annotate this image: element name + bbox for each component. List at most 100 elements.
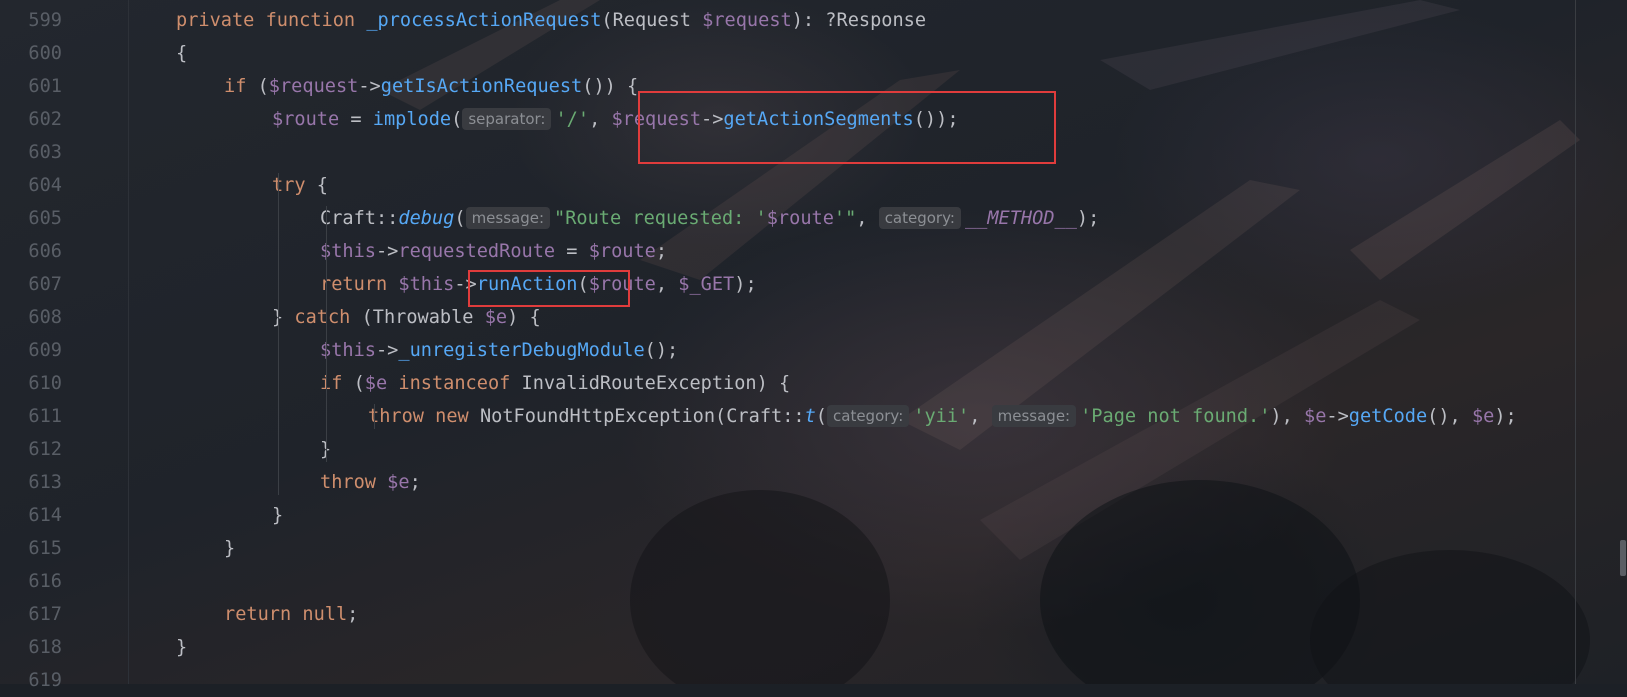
code-token: return [224,604,303,625]
code-token: _unregisterDebugModule [398,340,645,361]
code-token: ; [655,241,668,262]
line-number[interactable]: 610 [0,367,62,400]
code-text[interactable]: $this->requestedRoute = $route; [320,235,667,268]
code-text[interactable]: } [176,631,187,664]
code-text[interactable]: } [224,532,235,565]
line-number[interactable]: 617 [0,598,62,631]
line-number[interactable]: 607 [0,268,62,301]
code-line-617[interactable]: 617 return null; [0,598,1575,631]
code-token: { [176,43,188,64]
line-number[interactable]: 613 [0,466,62,499]
code-line-618[interactable]: 618} [0,631,1575,664]
code-text[interactable]: { [176,37,187,70]
line-number[interactable]: 606 [0,235,62,268]
code-token: = [339,109,373,130]
code-token: ( [451,109,463,130]
code-line-606[interactable]: 606 $this->requestedRoute = $route; [0,235,1575,268]
code-token: (Throwable [361,307,485,328]
line-number[interactable]: 609 [0,334,62,367]
code-text[interactable]: $this->_unregisterDebugModule(); [320,334,678,367]
code-line-619[interactable]: 619 [0,664,1575,697]
code-token: '/' [555,109,590,130]
line-number[interactable]: 602 [0,103,62,136]
line-number[interactable]: 619 [0,664,62,697]
code-token: throw [368,406,436,427]
line-number[interactable]: 618 [0,631,62,664]
line-number[interactable]: 603 [0,136,62,169]
code-text[interactable]: return null; [224,598,358,631]
code-line-609[interactable]: 609 $this->_unregisterDebugModule(); [0,334,1575,367]
line-number[interactable]: 601 [0,70,62,103]
code-text[interactable]: Craft::debug(message: "Route requested: '… [320,202,1099,235]
code-line-610[interactable]: 610 if ($e instanceof InvalidRouteExcepti… [0,367,1575,400]
code-token: throw [320,472,388,493]
code-token: if [224,76,258,97]
line-number[interactable]: 616 [0,565,62,598]
code-token: getCode [1348,406,1428,427]
line-number[interactable]: 608 [0,301,62,334]
code-token: , [589,109,612,130]
code-line-613[interactable]: 613 throw $e; [0,466,1575,499]
highlight-box-getActionSegments [638,91,1056,164]
line-number[interactable]: 615 [0,532,62,565]
code-line-599[interactable]: 599 private function _processActionReques… [0,4,1575,37]
line-number[interactable]: 600 [0,37,62,70]
code-line-615[interactable]: 615} [0,532,1575,565]
code-token: = [555,241,589,262]
code-token: ); [1494,406,1517,427]
code-token: , [655,274,679,295]
code-text[interactable]: if ($request->getIsActionRequest()) { [224,70,638,103]
code-text[interactable]: try { [272,169,328,202]
code-token: $route [766,208,834,229]
code-text[interactable]: private function _processActionRequest(R… [176,4,926,37]
code-token: -> [358,76,381,97]
line-number[interactable]: 611 [0,400,62,433]
code-token: $e [484,307,508,328]
code-token: Craft:: [320,208,399,229]
line-number[interactable]: 605 [0,202,62,235]
code-line-612[interactable]: 612} [0,433,1575,466]
code-text[interactable]: throw $e; [320,466,421,499]
code-token: "Route requested: ' [554,208,767,229]
code-token: } [176,637,188,658]
code-text[interactable]: } [272,499,283,532]
code-token: catch [294,307,362,328]
code-token: 'yii' [913,406,970,427]
code-line-604[interactable]: 604 try { [0,169,1575,202]
code-line-611[interactable]: 611 throw new NotFoundHttpException(Craft… [0,400,1575,433]
code-token: debug [398,208,455,229]
code-line-616[interactable]: 616 [0,565,1575,598]
code-line-600[interactable]: 600 { [0,37,1575,70]
code-line-614[interactable]: 614} [0,499,1575,532]
scrollbar-marker[interactable] [1620,540,1626,576]
code-line-608[interactable]: 608} catch (Throwable $e) { [0,301,1575,334]
code-token: InvalidRouteException) { [521,373,791,394]
code-token: $this [398,274,455,295]
line-number[interactable]: 614 [0,499,62,532]
code-token: ); [1076,208,1100,229]
parameter-hint: separator: [462,108,552,130]
code-token: (); [644,340,679,361]
code-token: $route [588,241,656,262]
code-token: getIsActionRequest [380,76,583,97]
code-token: '" [833,208,857,229]
code-token: return [320,274,399,295]
code-token: ( [815,406,827,427]
code-token: ): ?Response [791,10,927,31]
code-token: } [272,505,284,526]
line-number[interactable]: 612 [0,433,62,466]
code-text[interactable]: if ($e instanceof InvalidRouteException)… [320,367,790,400]
line-number[interactable]: 599 [0,4,62,37]
code-line-605[interactable]: 605 Craft::debug(message: "Route requested… [0,202,1575,235]
code-token: instanceof [398,373,522,394]
code-token: $request [702,10,792,31]
code-token: -> [375,340,399,361]
code-text[interactable]: throw new NotFoundHttpException(Craft::t… [368,400,1517,433]
line-number[interactable]: 604 [0,169,62,202]
code-token: requestedRoute [398,241,556,262]
code-token: (Request [601,10,703,31]
parameter-hint: message: [991,405,1077,427]
code-line-607[interactable]: 607 return $this->runAction($route, $_GET… [0,268,1575,301]
code-token: private [176,10,266,31]
code-token: , [856,208,879,229]
